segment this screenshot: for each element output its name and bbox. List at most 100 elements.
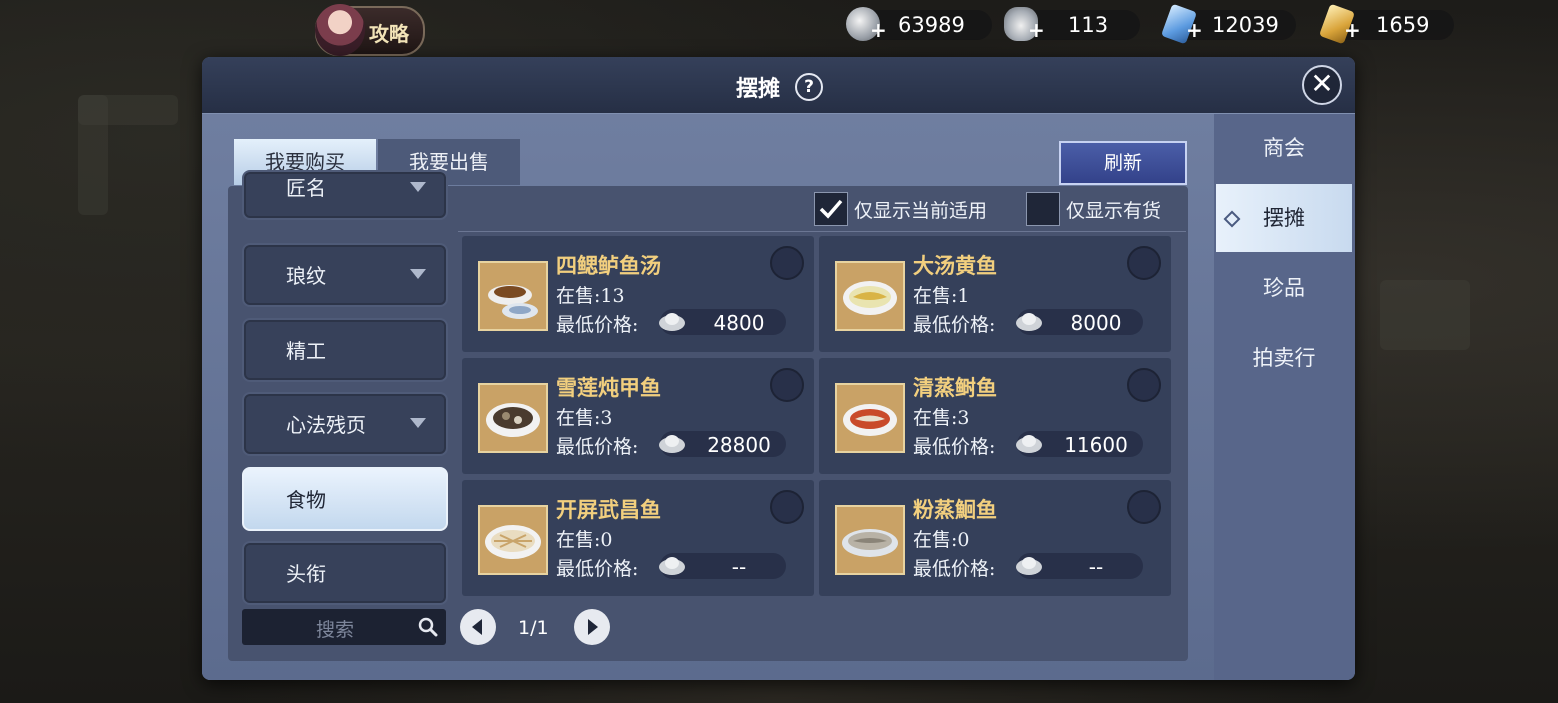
refresh-button[interactable]: 刷新 [1059,141,1187,185]
currency-silver-coin[interactable]: + 63989 [846,7,992,41]
item-price: 4800 [659,309,786,335]
divider [458,231,1186,232]
plus-icon[interactable]: + [1344,20,1361,40]
item-stock: 在售:3 [556,407,613,429]
item-price-value: -- [731,555,747,579]
help-icon[interactable]: ? [795,73,823,101]
panel-title: 摆摊 [736,76,781,102]
item-select-radio[interactable] [770,490,804,524]
item-price: 11600 [1016,431,1143,457]
item-price-label: 最低价格: [556,436,639,458]
checkmark-icon [819,199,843,219]
item-name: 雪莲炖甲鱼 [556,375,661,400]
item-name: 清蒸鲥鱼 [913,375,997,400]
item-name: 粉蒸鮰鱼 [913,497,997,522]
item-stock: 在售:0 [913,529,970,551]
nav-item-auction[interactable]: 拍卖行 [1216,324,1352,392]
item-price-value: 11600 [1064,433,1128,457]
guide-label: 攻略 [369,22,409,46]
currency-gold-ticket[interactable]: + 1659 [1318,3,1454,45]
nav-item-label: 摆摊 [1263,206,1305,230]
nav-item-treasures[interactable]: 珍品 [1216,254,1352,322]
category-item[interactable]: 琅纹 [242,243,448,307]
search-icon[interactable] [418,617,438,637]
nav-item-chamber[interactable]: 商会 [1216,114,1352,182]
category-item-food[interactable]: 食物 [242,467,448,531]
filter-in-stock-checkbox[interactable] [1026,192,1060,226]
currency-blue-ticket[interactable]: + 12039 [1160,3,1296,45]
item-card[interactable]: 四鳃鲈鱼汤 在售:13 最低价格: 4800 [462,236,814,352]
nav-item-stall[interactable]: 摆摊 [1216,184,1352,252]
plus-icon[interactable]: + [1028,20,1045,40]
filter-current-checkbox[interactable] [814,192,848,226]
item-price-label: 最低价格: [556,314,639,336]
item-name: 四鳃鲈鱼汤 [556,253,661,278]
silver-ingot-icon [1016,435,1042,453]
item-card[interactable]: 清蒸鲥鱼 在售:3 最低价格: 11600 [819,358,1171,474]
category-label: 食物 [286,488,326,512]
stall-panel: 摆摊 ? ✕ 我要购买 我要出售 刷新 匠名 琅纹 精工 心法残页 食物 头衔 … [202,57,1355,680]
item-card[interactable]: 开屏武昌鱼 在售:0 最低价格: -- [462,480,814,596]
plus-icon[interactable]: + [870,20,887,40]
category-item[interactable]: 精工 [242,318,448,382]
currency-silver-ingot[interactable]: + 113 [1004,7,1140,41]
item-stock: 在售:13 [556,285,625,307]
item-price-label: 最低价格: [913,436,996,458]
item-price: -- [659,553,786,579]
item-select-radio[interactable] [770,368,804,402]
content-area: 我要购买 我要出售 刷新 匠名 琅纹 精工 心法残页 食物 头衔 搜索 1/1 … [202,114,1214,680]
panel-header: 摆摊 ? ✕ [202,57,1355,114]
next-page-button[interactable] [574,609,610,645]
item-price: -- [1016,553,1143,579]
chevron-down-icon [410,182,426,192]
item-image-yellow-croaker [835,261,905,331]
item-image-turtle-stew [478,383,548,453]
side-nav: 商会 摆摊 珍品 拍卖行 [1214,114,1355,680]
item-select-radio[interactable] [770,246,804,280]
market-inner-panel: 匠名 琅纹 精工 心法残页 食物 头衔 搜索 1/1 仅显示当前适用 仅显示有货… [228,170,1188,661]
search-input[interactable]: 搜索 [242,609,446,645]
category-item[interactable]: 头衔 [242,541,448,605]
silver-ingot-icon [659,313,685,331]
chevron-left-icon [472,619,482,635]
item-name: 大汤黄鱼 [913,253,997,278]
close-button[interactable]: ✕ [1302,65,1342,105]
chevron-down-icon [410,418,426,428]
category-label: 心法残页 [286,413,366,437]
item-image-steamed-catfish [835,505,905,575]
item-stock: 在售:0 [556,529,613,551]
item-card[interactable]: 雪莲炖甲鱼 在售:3 最低价格: 28800 [462,358,814,474]
diamond-icon [1223,210,1241,228]
item-price-value: 4800 [713,311,765,335]
currency-value: 12039 [1212,13,1279,37]
item-price-value: -- [1088,555,1104,579]
search-placeholder: 搜索 [316,619,355,641]
page-indicator: 1/1 [518,617,549,639]
category-label: 琅纹 [286,264,326,288]
item-card[interactable]: 粉蒸鮰鱼 在售:0 最低价格: -- [819,480,1171,596]
item-select-radio[interactable] [1127,246,1161,280]
item-select-radio[interactable] [1127,490,1161,524]
item-name: 开屏武昌鱼 [556,497,661,522]
item-stock: 在售:3 [913,407,970,429]
item-price-value: 28800 [707,433,771,457]
chevron-down-icon [410,269,426,279]
category-label: 匠名 [286,176,326,200]
item-select-radio[interactable] [1127,368,1161,402]
category-label: 头衔 [286,562,326,586]
category-label: 精工 [286,339,326,363]
filter-in-stock-label: 仅显示有货 [1066,200,1162,222]
item-card[interactable]: 大汤黄鱼 在售:1 最低价格: 8000 [819,236,1171,352]
item-image-fish-soup [478,261,548,331]
category-item[interactable]: 心法残页 [242,392,448,456]
plus-icon[interactable]: + [1186,20,1203,40]
background-shape [78,95,108,215]
item-price-label: 最低价格: [913,558,996,580]
chevron-right-icon [588,619,598,635]
category-item[interactable]: 匠名 [242,170,448,220]
guide-button[interactable]: 攻略 [315,4,425,56]
prev-page-button[interactable] [460,609,496,645]
item-image-steamed-shad [835,383,905,453]
currency-value: 1659 [1376,13,1430,37]
item-image-wuchang-fish [478,505,548,575]
